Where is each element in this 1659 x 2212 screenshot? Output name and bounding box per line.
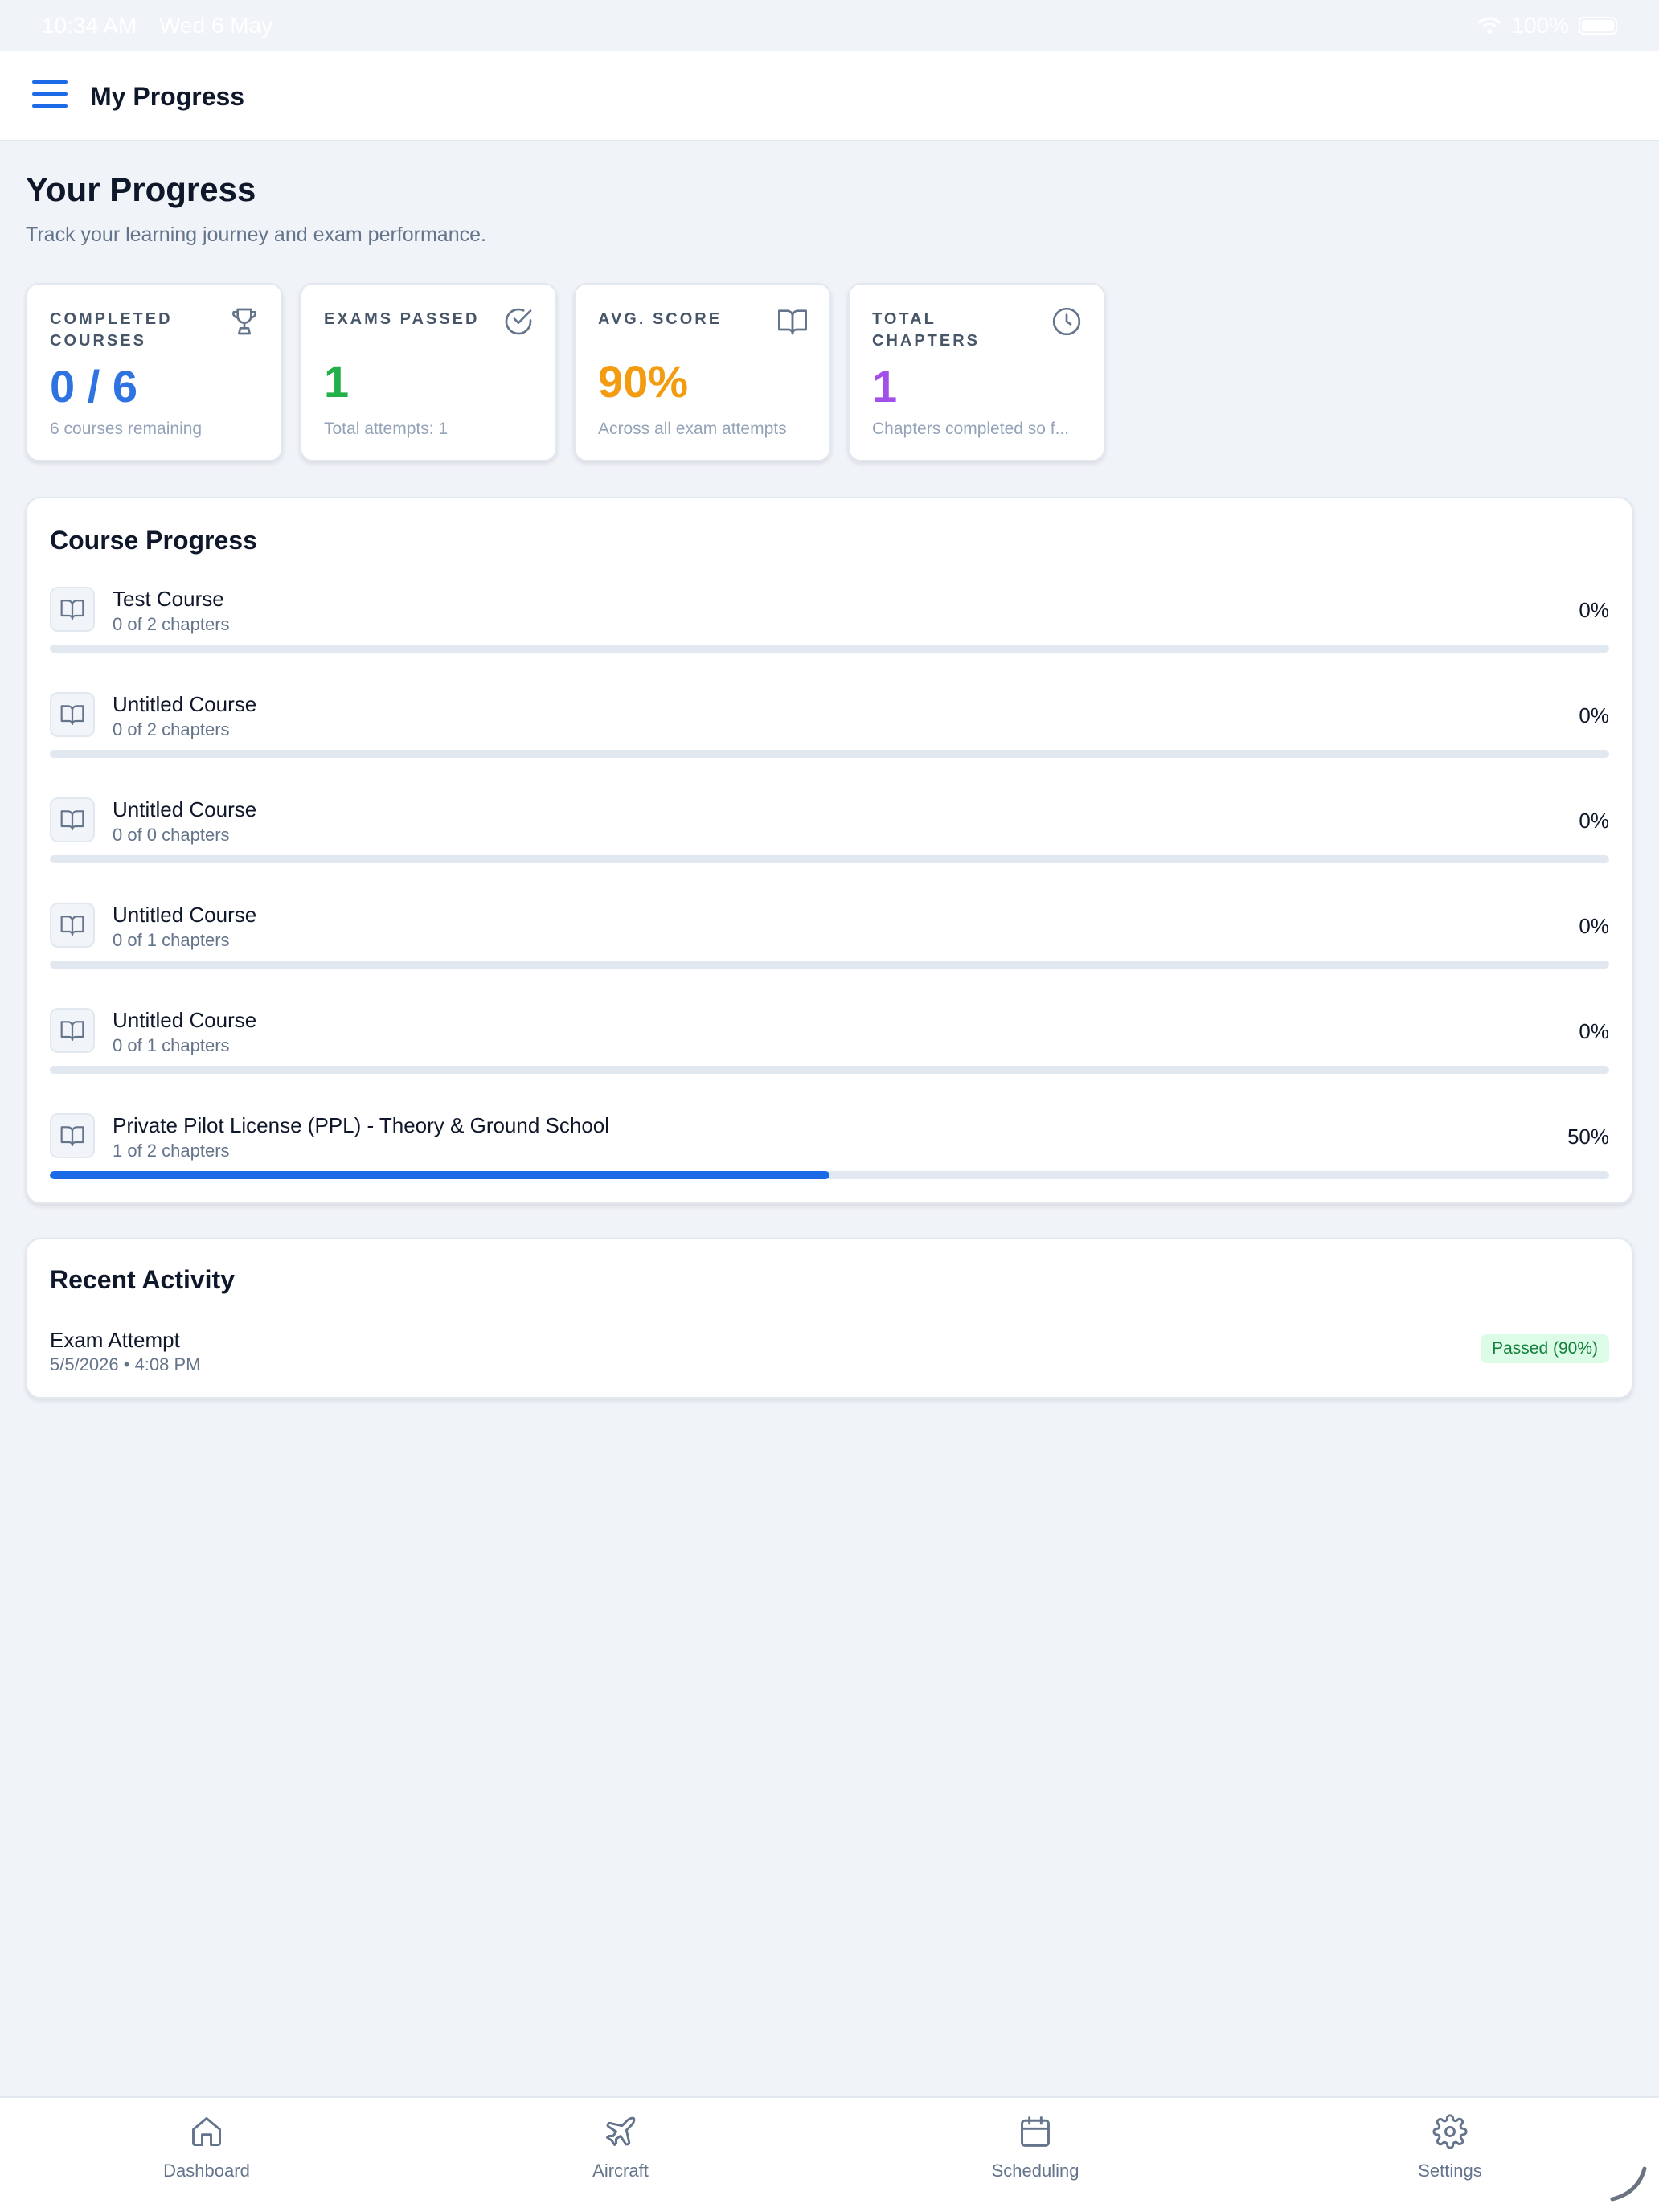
activity-name: Exam Attempt — [50, 1328, 180, 1352]
recent-activity-panel: Recent Activity Exam Attempt 5/5/2026 • … — [26, 1238, 1633, 1399]
course-chapters: 0 of 2 chapters — [113, 614, 230, 634]
progress-bar — [50, 1171, 1609, 1179]
gear-icon — [1432, 2114, 1468, 2149]
course-name: Test Course — [113, 587, 224, 611]
course-row[interactable]: Test Course 0 of 2 chapters 0% — [50, 585, 1609, 674]
progress-bar — [50, 645, 1609, 653]
stat-sub: Total attempts: 1 — [324, 420, 449, 438]
course-chapters: 0 of 1 chapters — [113, 1035, 230, 1055]
book-open-icon — [778, 309, 807, 335]
bottom-nav: Dashboard Aircraft Scheduling Settings — [0, 2096, 1659, 2212]
app-bar: My Progress — [0, 51, 1659, 141]
status-bar: 10:34 AM Wed 6 May 100% — [0, 0, 1659, 51]
course-percent: 0% — [1579, 598, 1609, 622]
stat-value: 1 — [324, 356, 350, 407]
book-icon — [50, 903, 95, 948]
course-name: Untitled Course — [113, 797, 257, 821]
book-icon — [50, 797, 95, 842]
book-icon — [50, 692, 95, 737]
course-row[interactable]: Untitled Course 0 of 1 chapters 0% — [50, 1006, 1609, 1095]
nav-label: Dashboard — [163, 2161, 250, 2181]
course-chapters: 1 of 2 chapters — [113, 1141, 230, 1161]
progress-fill — [50, 1171, 830, 1179]
stat-label: AVG. SCORE — [598, 310, 723, 328]
course-chapters: 0 of 0 chapters — [113, 825, 230, 845]
course-row[interactable]: Untitled Course 0 of 2 chapters 0% — [50, 690, 1609, 779]
stat-card-avg-score: AVG. SCORE 90% Across all exam attempts — [574, 283, 831, 461]
book-icon — [50, 1008, 95, 1053]
stat-card-completed-courses: COMPLETED COURSES 0 / 6 6 courses remain… — [26, 283, 283, 461]
activity-time: 5/5/2026 • 4:08 PM — [50, 1354, 201, 1374]
page-subtitle: Track your learning journey and exam per… — [26, 223, 486, 246]
nav-item-dashboard[interactable]: Dashboard — [118, 2114, 295, 2194]
home-icon — [192, 2117, 221, 2146]
stat-card-exams-passed: EXAMS PASSED 1 Total attempts: 1 — [300, 283, 557, 461]
stat-sub: Across all exam attempts — [598, 420, 787, 438]
course-percent: 0% — [1579, 914, 1609, 938]
nav-label: Settings — [1418, 2161, 1482, 2181]
course-progress-panel: Course Progress Test Course 0 of 2 chapt… — [26, 497, 1633, 1204]
nav-item-scheduling[interactable]: Scheduling — [947, 2114, 1124, 2194]
course-row[interactable]: Private Pilot License (PPL) - Theory & G… — [50, 1112, 1609, 1200]
progress-bar — [50, 750, 1609, 758]
course-percent: 0% — [1579, 703, 1609, 727]
course-name: Untitled Course — [113, 692, 257, 716]
course-chapters: 0 of 2 chapters — [113, 719, 230, 739]
status-badge: Passed (90%) — [1481, 1334, 1609, 1363]
nav-item-settings[interactable]: Settings — [1362, 2114, 1538, 2194]
stat-sub: 6 courses remaining — [50, 420, 203, 438]
course-progress-title: Course Progress — [50, 526, 257, 555]
stat-label: COMPLETED COURSES — [50, 310, 173, 350]
stat-label: TOTAL CHAPTERS — [872, 310, 981, 350]
check-circle-icon — [505, 308, 532, 335]
trophy-icon — [232, 308, 256, 335]
book-icon — [50, 1113, 95, 1158]
progress-bar — [50, 1066, 1609, 1074]
course-chapters: 0 of 1 chapters — [113, 930, 230, 950]
nav-label: Aircraft — [592, 2161, 649, 2181]
stat-sub: Chapters completed so f... — [872, 420, 1070, 438]
book-icon — [50, 587, 95, 632]
nav-label: Scheduling — [991, 2161, 1079, 2181]
course-name: Untitled Course — [113, 1008, 257, 1032]
stat-value: 1 — [872, 361, 898, 412]
course-percent: 50% — [1567, 1124, 1609, 1149]
course-row[interactable]: Untitled Course 0 of 0 chapters 0% — [50, 796, 1609, 884]
battery-percent: 100% — [1511, 13, 1569, 38]
status-date: Wed 6 May — [159, 13, 273, 38]
page-title: Your Progress — [26, 170, 256, 208]
progress-bar — [50, 961, 1609, 969]
app-bar-title: My Progress — [90, 82, 245, 111]
course-name: Untitled Course — [113, 903, 257, 927]
stat-card-total-chapters: TOTAL CHAPTERS 1 Chapters completed so f… — [848, 283, 1105, 461]
stat-value: 90% — [598, 356, 689, 407]
plane-icon — [606, 2116, 636, 2146]
clock-icon — [1052, 307, 1081, 336]
stat-label: EXAMS PASSED — [324, 310, 480, 328]
stat-value: 0 / 6 — [50, 361, 137, 412]
battery-icon — [1579, 17, 1617, 35]
course-percent: 0% — [1579, 1019, 1609, 1043]
wifi-icon — [1478, 17, 1501, 34]
course-name: Private Pilot License (PPL) - Theory & G… — [113, 1113, 610, 1137]
calendar-icon — [1021, 2116, 1050, 2147]
nav-item-aircraft[interactable]: Aircraft — [532, 2114, 709, 2194]
status-time: 10:34 AM — [42, 13, 137, 38]
menu-icon[interactable] — [32, 80, 68, 113]
recent-activity-title: Recent Activity — [50, 1265, 235, 1294]
course-percent: 0% — [1579, 809, 1609, 833]
progress-bar — [50, 855, 1609, 863]
course-row[interactable]: Untitled Course 0 of 1 chapters 0% — [50, 901, 1609, 989]
resize-handle-icon — [1610, 2166, 1647, 2202]
